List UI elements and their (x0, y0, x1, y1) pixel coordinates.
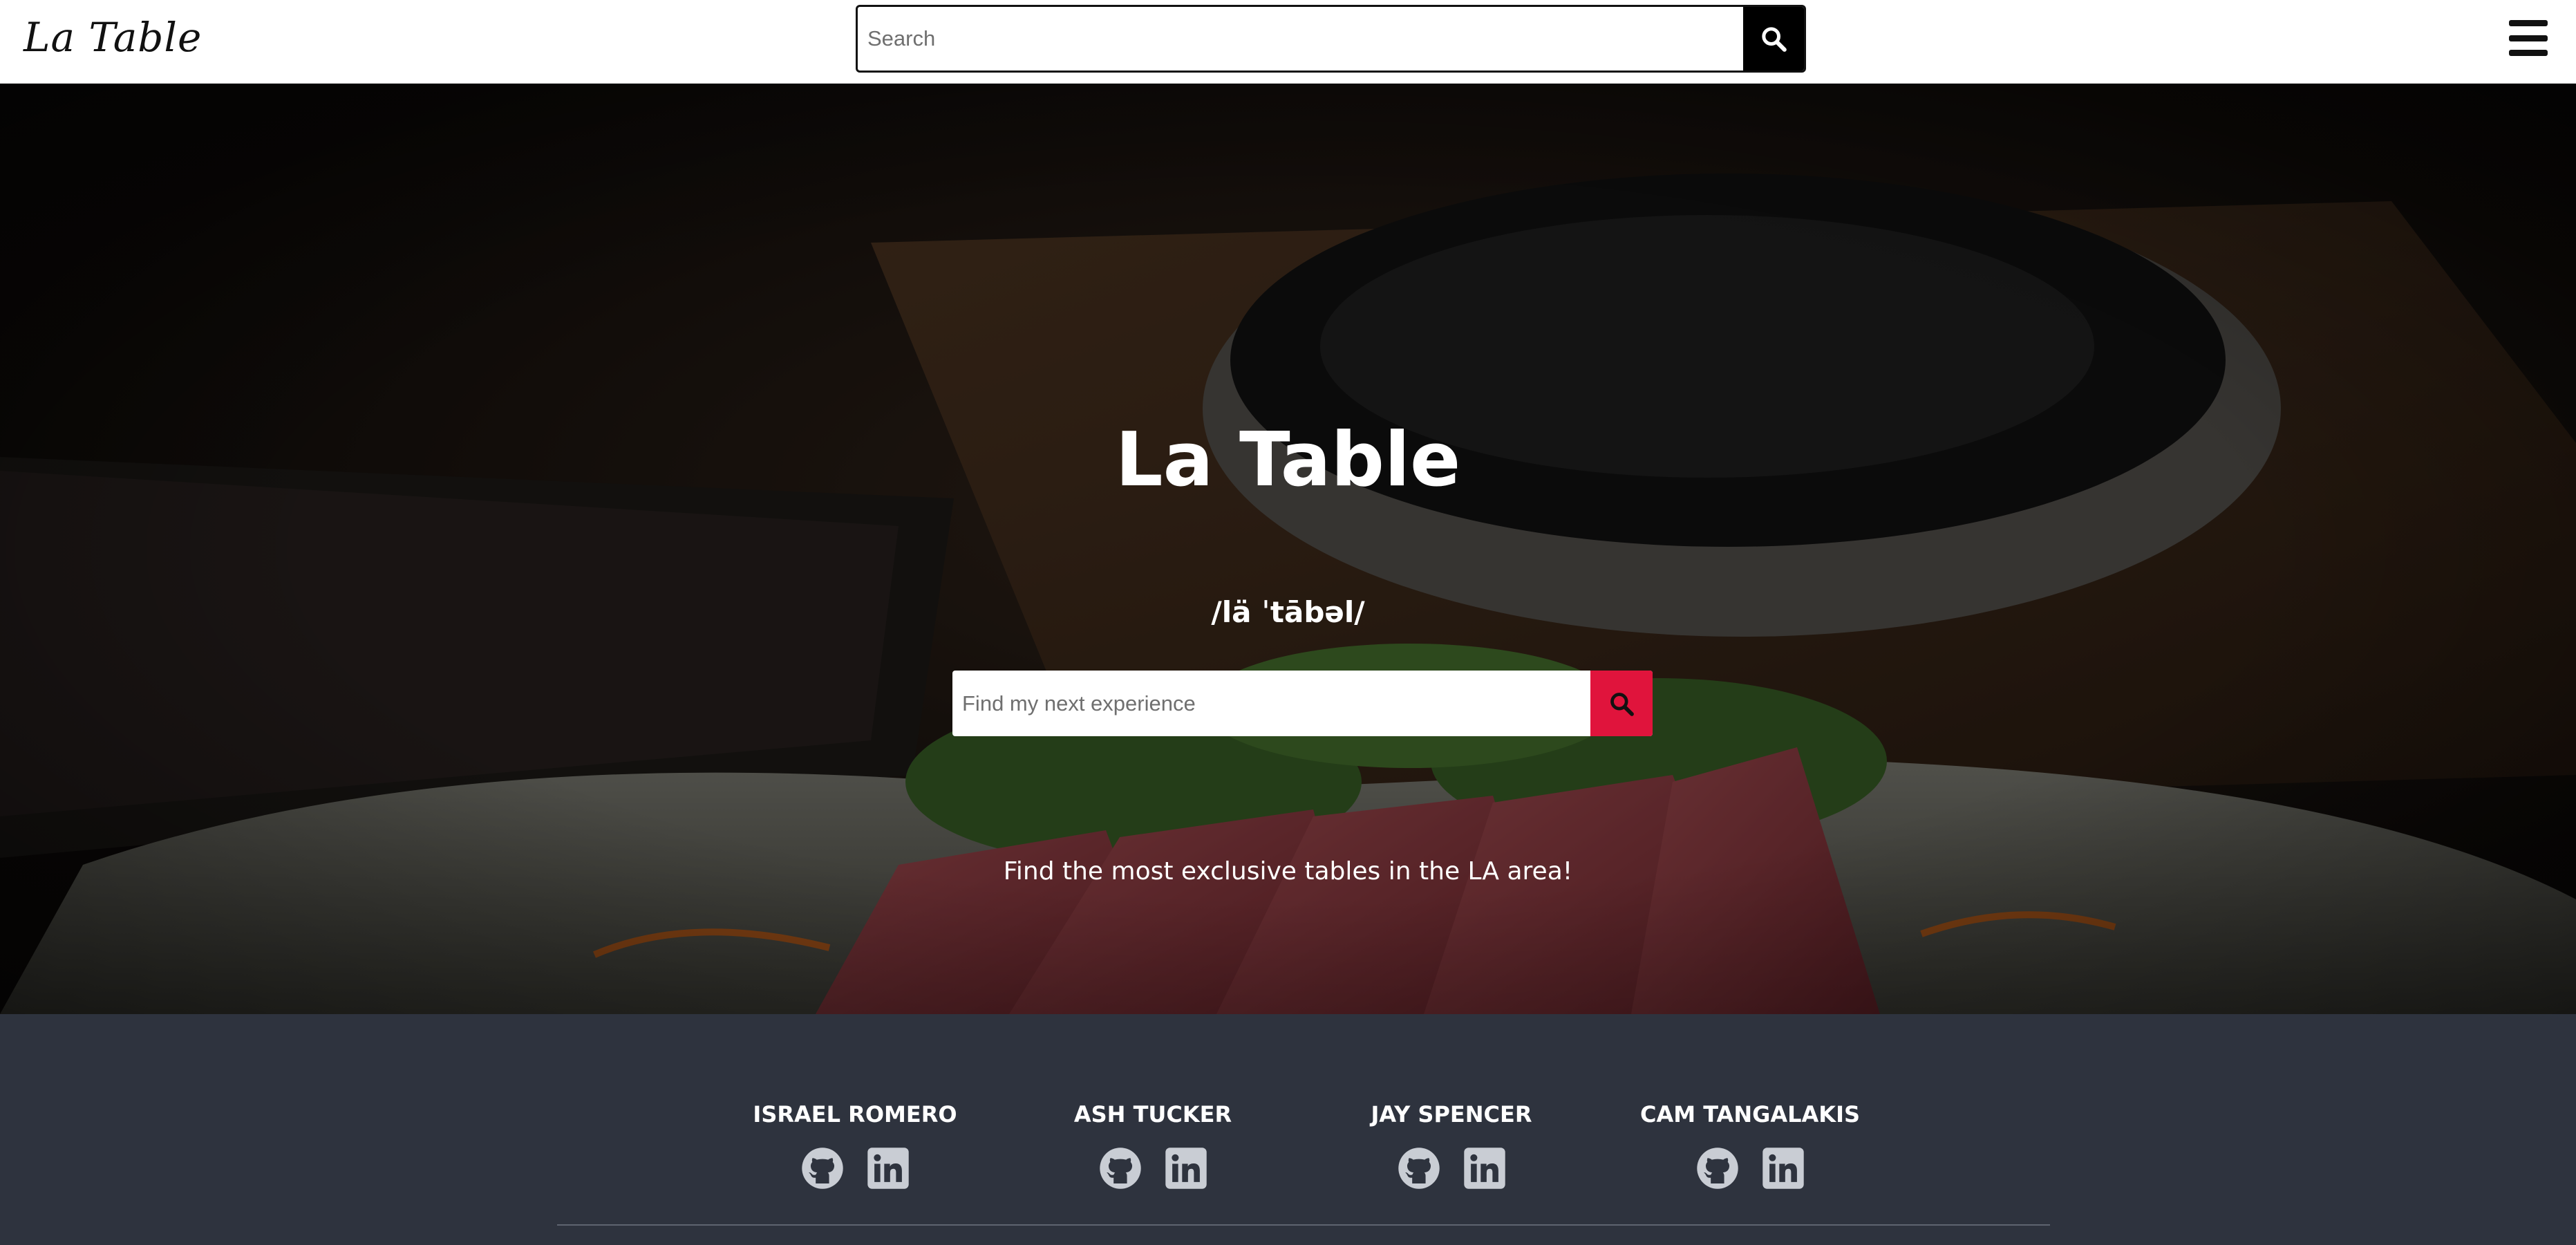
team-member-jay-spencer: JAY SPENCER (1327, 1097, 1576, 1190)
linkedin-icon[interactable] (1463, 1147, 1506, 1190)
top-navbar: La Table (0, 0, 2576, 84)
team-member-cam-tangalakis: CAM TANGALAKIS (1626, 1097, 1874, 1190)
header-search-input[interactable] (858, 7, 1743, 71)
team-member-links (731, 1147, 979, 1190)
header-search-bar (856, 5, 1806, 73)
team-member-links (1327, 1147, 1576, 1190)
github-icon[interactable] (1099, 1147, 1142, 1190)
menu-bar (2509, 50, 2548, 56)
github-icon[interactable] (1398, 1147, 1440, 1190)
hero-title: La Table (1115, 417, 1461, 503)
hero-search-bar (952, 671, 1653, 736)
team-member-name: ASH TUCKER (1073, 1101, 1232, 1127)
team-member-name: JAY SPENCER (1371, 1101, 1532, 1127)
linkedin-icon[interactable] (1762, 1147, 1805, 1190)
site-logo[interactable]: La Table (23, 10, 202, 65)
footer: ISRAEL ROMERO ASH TUCKER JAY SPENCER CAM… (0, 1014, 2576, 1245)
team-member-links (1626, 1147, 1874, 1190)
team-member-ash-tucker: ASH TUCKER (1028, 1097, 1277, 1190)
team-member-links (1028, 1147, 1277, 1190)
team-member-name: CAM TANGALAKIS (1639, 1101, 1861, 1127)
menu-bar (2509, 20, 2548, 26)
footer-divider (557, 1224, 2050, 1226)
github-icon[interactable] (1696, 1147, 1739, 1190)
hero-phonetic: /lä ˈtābəl/ (1211, 595, 1365, 629)
linkedin-icon[interactable] (867, 1147, 910, 1190)
github-icon[interactable] (801, 1147, 844, 1190)
search-icon (1610, 692, 1634, 716)
search-icon (1762, 27, 1787, 52)
team-member-name: ISRAEL ROMERO (753, 1101, 957, 1127)
hero-section: La Table /lä ˈtābəl/ Find the most exclu… (0, 84, 2576, 1014)
hero-search-button[interactable] (1590, 671, 1653, 736)
hamburger-menu-button[interactable] (2509, 20, 2548, 56)
hero-search-input[interactable] (952, 671, 1590, 736)
linkedin-icon[interactable] (1165, 1147, 1207, 1190)
header-search-button[interactable] (1743, 7, 1804, 71)
team-member-israel-romero: ISRAEL ROMERO (731, 1097, 979, 1190)
menu-bar (2509, 35, 2548, 41)
hero-tagline: Find the most exclusive tables in the LA… (1003, 857, 1573, 886)
